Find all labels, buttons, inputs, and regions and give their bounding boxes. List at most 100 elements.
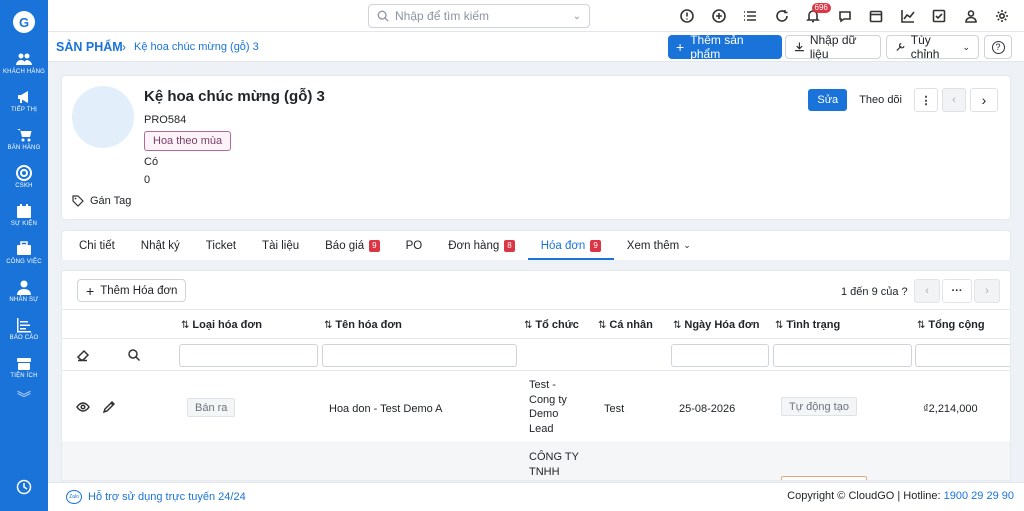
filter-type-input[interactable] bbox=[179, 344, 318, 367]
support-link[interactable]: Hỗ trợ sử dụng trực tuyến 24/24 bbox=[88, 491, 246, 503]
help-button[interactable]: ? bbox=[984, 35, 1012, 59]
breadcrumb-module-link[interactable]: SẢN PHẨM bbox=[56, 40, 123, 54]
tab-orders[interactable]: Đơn hàng 8 bbox=[435, 231, 527, 261]
product-avatar[interactable] bbox=[72, 86, 134, 148]
invoice-person-link[interactable]: Test bbox=[604, 403, 624, 415]
copyright-label: Copyright © CloudGO | Hotline: bbox=[787, 490, 944, 502]
sidebar-item-hr[interactable]: NHÂN SỰ bbox=[0, 272, 48, 310]
sidebar-item-label: TIỆN ÍCH bbox=[10, 373, 38, 379]
profile-button[interactable] bbox=[955, 0, 987, 32]
filter-name-input[interactable] bbox=[322, 344, 517, 367]
calendar-icon bbox=[17, 204, 31, 218]
sidebar-item-events[interactable]: SỰ KIỆN bbox=[0, 196, 48, 234]
invoice-org-link[interactable]: Test - Cong ty Demo Lead bbox=[529, 378, 585, 436]
notifications-button[interactable]: 696 bbox=[798, 0, 831, 32]
edit-button[interactable]: Sửa bbox=[808, 89, 848, 111]
expand-more-icon[interactable]: ︾ bbox=[17, 388, 31, 408]
table-row[interactable]: Bán ra Hoa don - Test Demo A Test - Cong… bbox=[62, 371, 1010, 443]
chevron-right-icon: › bbox=[985, 285, 989, 297]
invoice-status-badge bbox=[781, 476, 867, 480]
global-search-input[interactable]: Nhập để tìm kiếm ⌄ bbox=[368, 4, 590, 28]
product-tag-badge[interactable]: Hoa theo mùa bbox=[144, 131, 232, 151]
column-header-total[interactable]: ⇅ Tổng cộng bbox=[917, 319, 985, 331]
chevron-down-icon: ⌄ bbox=[572, 10, 581, 22]
sidebar-item-reports[interactable]: BÁO CÁO bbox=[0, 310, 48, 348]
megaphone-icon bbox=[18, 91, 28, 103]
tab-quotes[interactable]: Báo giá 9 bbox=[312, 231, 392, 261]
tab-invoices[interactable]: Hóa đơn 9 bbox=[527, 231, 614, 261]
chart-button[interactable] bbox=[892, 0, 924, 32]
next-record-button[interactable]: › bbox=[970, 88, 998, 112]
clock-icon[interactable] bbox=[16, 479, 32, 495]
filter-status-input[interactable] bbox=[773, 344, 912, 367]
more-actions-button[interactable]: ⋮ bbox=[914, 88, 938, 112]
sidebar-item-tasks[interactable]: CÔNG VIỆC bbox=[0, 234, 48, 272]
settings-button[interactable] bbox=[987, 0, 1019, 32]
filter-total-input[interactable] bbox=[915, 344, 1010, 367]
column-label: Tên hóa đơn bbox=[335, 319, 402, 331]
hotline-link[interactable]: 1900 29 29 90 bbox=[944, 490, 1014, 502]
tab-log[interactable]: Nhật ký bbox=[128, 231, 193, 261]
column-header-person[interactable]: ⇅ Cá nhân bbox=[598, 319, 653, 331]
add-product-label: Thêm sản phẩm bbox=[690, 33, 744, 61]
top-header: Nhập để tìm kiếm ⌄ 696 bbox=[48, 0, 1024, 32]
column-header-status[interactable]: ⇅ Tình trạng bbox=[775, 319, 840, 331]
add-tag-label: Gán Tag bbox=[90, 195, 132, 207]
sidebar-item-label: BÁO CÁO bbox=[9, 335, 39, 341]
sort-icon: ⇅ bbox=[181, 319, 190, 331]
refresh-button[interactable] bbox=[766, 0, 798, 32]
tab-label: Đơn hàng bbox=[448, 239, 500, 252]
sort-icon: ⇅ bbox=[917, 319, 926, 331]
alert-button[interactable] bbox=[672, 0, 704, 32]
add-tag-link[interactable]: Gán Tag bbox=[72, 195, 131, 207]
prev-page-button[interactable]: ‹ bbox=[914, 279, 940, 303]
sidebar-item-label: SỰ KIỆN bbox=[10, 221, 38, 227]
sidebar-item-cskh[interactable]: CSKH bbox=[0, 158, 48, 196]
follow-button[interactable]: Theo dõi bbox=[851, 88, 910, 112]
page-options-button[interactable]: ··· bbox=[942, 279, 972, 303]
filter-date-input[interactable] bbox=[671, 344, 769, 367]
tab-label: Nhật ký bbox=[140, 239, 180, 252]
calendar-button[interactable] bbox=[861, 0, 893, 32]
add-invoice-button[interactable]: + Thêm Hóa đơn bbox=[77, 279, 187, 302]
next-page-button[interactable]: › bbox=[974, 279, 1000, 303]
invoice-name-link[interactable]: Hoa don - Test Demo A bbox=[329, 403, 443, 415]
sidebar: G KHÁCH HÀNG TIẾP THỊ BÁN HÀNG CSKH SỰ K… bbox=[0, 0, 48, 511]
sidebar-item-marketing[interactable]: TIẾP THỊ bbox=[0, 82, 48, 120]
sidebar-item-label: BÁN HÀNG bbox=[7, 145, 41, 151]
view-button[interactable] bbox=[76, 400, 90, 414]
tasks-button[interactable] bbox=[924, 0, 956, 32]
tab-documents[interactable]: Tài liệu bbox=[249, 231, 312, 261]
zalo-icon[interactable]: Zalo bbox=[66, 490, 82, 504]
clear-filter-button[interactable] bbox=[76, 348, 90, 362]
invoice-total: ₫2,214,000 bbox=[923, 403, 978, 415]
sidebar-item-sales[interactable]: BÁN HÀNG bbox=[0, 120, 48, 158]
search-filter-button[interactable] bbox=[127, 348, 141, 362]
kebab-icon: ⋮ bbox=[920, 94, 932, 107]
customize-button[interactable]: Tùy chỉnh ⌄ bbox=[886, 33, 979, 61]
table-row[interactable]: CÔNG TY TNHH bbox=[62, 443, 1010, 480]
column-header-date[interactable]: ⇅ Ngày Hóa đơn bbox=[673, 319, 759, 331]
record-tabs: Chi tiết Nhật ký Ticket Tài liệu Báo giá… bbox=[61, 230, 1011, 260]
sidebar-item-customers[interactable]: KHÁCH HÀNG bbox=[0, 44, 48, 82]
tab-po[interactable]: PO bbox=[393, 231, 436, 261]
column-header-org[interactable]: ⇅ Tổ chức bbox=[524, 319, 579, 331]
tab-details[interactable]: Chi tiết bbox=[66, 231, 128, 261]
wrench-icon bbox=[896, 42, 905, 52]
tab-count-badge: 8 bbox=[504, 239, 515, 252]
tab-ticket[interactable]: Ticket bbox=[193, 231, 249, 261]
add-button[interactable] bbox=[703, 0, 735, 32]
add-product-button[interactable]: + Thêm sản phẩm bbox=[668, 33, 782, 61]
previous-record-button[interactable]: ‹ bbox=[942, 88, 966, 112]
invoice-org-link[interactable]: CÔNG TY TNHH bbox=[529, 450, 589, 479]
tab-more[interactable]: Xem thêm ⌄ bbox=[614, 231, 704, 261]
app-logo[interactable]: G bbox=[0, 0, 48, 44]
import-button[interactable]: Nhập dữ liệu bbox=[785, 33, 881, 61]
column-header-name[interactable]: ⇅ Tên hóa đơn bbox=[324, 319, 402, 331]
edit-row-button[interactable] bbox=[102, 400, 116, 414]
help-icon: ? bbox=[991, 40, 1005, 54]
chat-button[interactable] bbox=[829, 0, 861, 32]
column-header-type[interactable]: ⇅ Loại hóa đơn bbox=[181, 319, 262, 331]
list-button[interactable] bbox=[735, 0, 767, 32]
sidebar-item-utilities[interactable]: TIỆN ÍCH bbox=[0, 348, 48, 386]
